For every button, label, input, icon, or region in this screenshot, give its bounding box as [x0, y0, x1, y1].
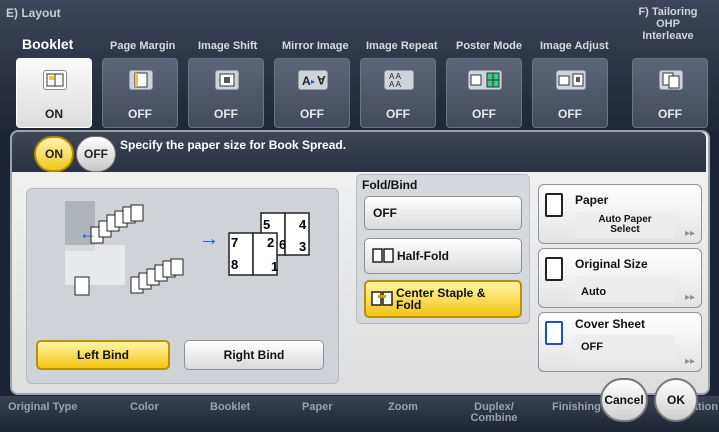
cover-sheet-value: OFF [575, 335, 675, 361]
poster-mode-icon [468, 70, 502, 90]
spread-page-4: 4 [299, 217, 307, 232]
spread-page-8: 8 [231, 257, 239, 272]
paper-button[interactable]: Paper Auto Paper Select ▸▸ [538, 184, 702, 244]
booklet-icon [43, 70, 67, 90]
half-fold-button[interactable]: Half-Fold [364, 238, 522, 274]
cover-sheet-title: Cover Sheet [575, 317, 646, 331]
paper-icon [545, 193, 563, 217]
nav-finishing[interactable]: Finishing [552, 402, 601, 413]
tab-label-image-shift: Image Shift [198, 40, 258, 52]
center-staple-icon [370, 289, 396, 310]
fold-bind-title: Fold/Bind [362, 178, 418, 192]
nav-paper[interactable]: Paper [302, 402, 333, 413]
nav-original-type[interactable]: Original Type [8, 402, 77, 413]
half-fold-icon [371, 246, 397, 267]
fold-off-label: OFF [373, 206, 397, 220]
half-fold-label: Half-Fold [397, 249, 449, 263]
spread-page-2: 2 [267, 235, 275, 250]
booklet-illustration: ← → [65, 201, 310, 296]
svg-text:A A: A A [389, 80, 402, 89]
mirror-image-icon: A ▸ A [298, 70, 328, 90]
tab-state: OFF [214, 107, 238, 121]
image-adjust-icon [556, 70, 586, 90]
cover-sheet-icon [545, 321, 563, 345]
section-tailoring-title: F) Tailoring OHP Interleave [638, 6, 698, 42]
spread-page-7: 7 [231, 235, 239, 250]
original-size-chevron-icon: ▸▸ [684, 292, 695, 303]
spread-page-1: 1 [271, 259, 279, 274]
on-toggle-button[interactable]: ON [34, 136, 74, 172]
nav-booklet[interactable]: Booklet [210, 402, 250, 413]
nav-duplex-combine[interactable]: Duplex/ Combine [466, 402, 522, 424]
tab-label-poster-mode: Poster Mode [456, 40, 523, 52]
spread-page-5: 5 [263, 217, 271, 232]
center-staple-fold-button[interactable]: Center Staple & Fold [364, 280, 522, 318]
tab-booklet[interactable]: ON [16, 58, 92, 128]
ohp-interleave-icon [659, 70, 683, 90]
right-bind-button[interactable]: Right Bind [184, 340, 324, 370]
ok-button[interactable]: OK [654, 378, 698, 422]
left-bind-button[interactable]: Left Bind [36, 340, 170, 370]
tab-label-booklet: Booklet [22, 36, 74, 52]
page-margin-icon [129, 70, 153, 90]
svg-text:←: ← [79, 223, 97, 243]
tab-state: OFF [558, 107, 582, 121]
tab-poster-mode[interactable]: OFF [446, 58, 522, 128]
section-layout-title: E) Layout [6, 6, 61, 20]
cover-sheet-chevron-icon: ▸▸ [684, 356, 695, 367]
paper-title: Paper [575, 193, 609, 207]
off-toggle-button[interactable]: OFF [76, 136, 116, 172]
original-size-value: Auto [575, 276, 675, 302]
tab-state: ON [45, 107, 63, 121]
nav-zoom[interactable]: Zoom [388, 402, 418, 413]
original-size-button[interactable]: Original Size Auto ▸▸ [538, 248, 702, 308]
instruction-text: Specify the paper size for Book Spread. [120, 138, 347, 152]
svg-text:→: → [199, 228, 219, 250]
tab-image-repeat[interactable]: A AA A OFF [360, 58, 436, 128]
svg-text:A: A [302, 74, 311, 88]
paper-chevron-icon: ▸▸ [684, 228, 695, 239]
tab-ohp-interleave[interactable]: OFF [632, 58, 708, 128]
tab-mirror-image[interactable]: A ▸ A OFF [274, 58, 350, 128]
tab-image-adjust[interactable]: OFF [532, 58, 608, 128]
tab-page-margin[interactable]: OFF [102, 58, 178, 128]
tab-label-page-margin: Page Margin [110, 40, 176, 52]
cancel-button[interactable]: Cancel [600, 378, 648, 422]
nav-color[interactable]: Color [130, 402, 159, 413]
tab-state: OFF [658, 107, 682, 121]
spread-page-3: 3 [299, 239, 307, 254]
original-size-title: Original Size [575, 257, 648, 271]
fold-off-button[interactable]: OFF [364, 196, 522, 230]
paper-value: Auto Paper Select [575, 212, 675, 238]
tab-state: OFF [472, 107, 496, 121]
tab-image-shift[interactable]: OFF [188, 58, 264, 128]
tab-label-mirror-image: Mirror Image [282, 40, 349, 52]
tab-label-image-repeat: Image Repeat [366, 40, 438, 52]
tab-state: OFF [128, 107, 152, 121]
tab-state: OFF [300, 107, 324, 121]
tab-label-image-adjust: Image Adjust [540, 40, 609, 52]
image-repeat-icon: A AA A [384, 70, 414, 90]
original-size-icon [545, 257, 563, 281]
panel-header [12, 132, 706, 172]
tab-state: OFF [386, 107, 410, 121]
image-shift-icon [215, 70, 239, 90]
cover-sheet-button[interactable]: Cover Sheet OFF ▸▸ [538, 312, 702, 372]
spread-page-6: 6 [279, 237, 287, 252]
svg-text:▸: ▸ [311, 77, 315, 86]
center-staple-label: Center Staple & Fold [396, 286, 486, 312]
svg-text:A: A [317, 73, 326, 87]
